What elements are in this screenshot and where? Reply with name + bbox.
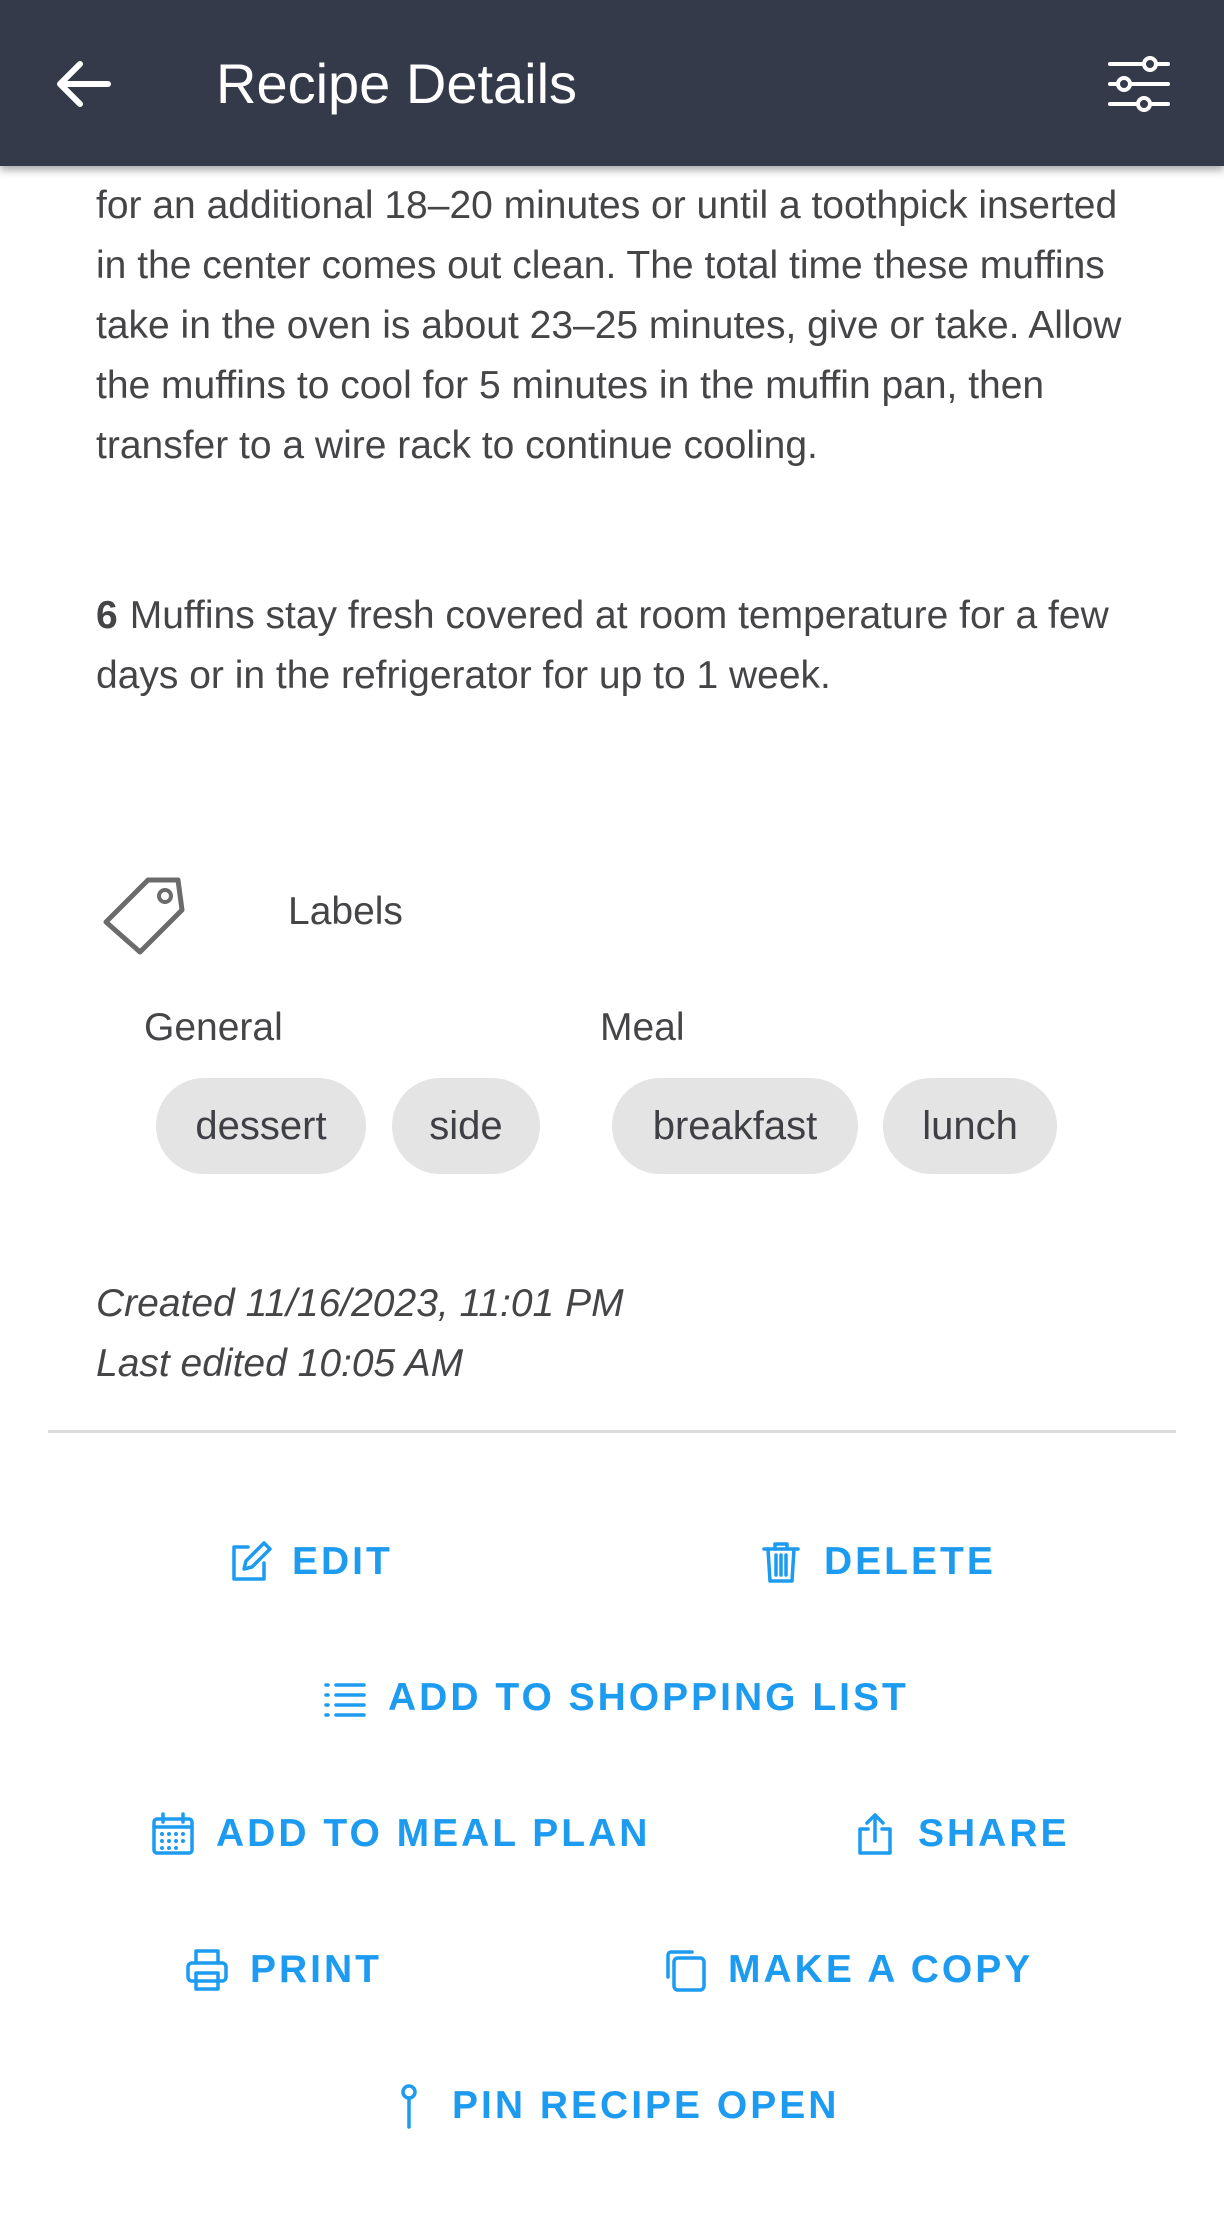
- list-icon: [324, 1683, 366, 1717]
- app-bar: Recipe Details: [0, 0, 1224, 166]
- add-to-meal-plan-button[interactable]: ADD TO MEAL PLAN: [150, 1798, 650, 1870]
- pin-recipe-open-button[interactable]: PIN RECIPE OPEN: [386, 2070, 839, 2142]
- print-label: PRINT: [250, 1948, 382, 1991]
- edit-icon: [232, 1541, 272, 1581]
- edit-button[interactable]: EDIT: [226, 1526, 393, 1598]
- labels-heading: Labels: [288, 890, 403, 933]
- label-chip-lunch[interactable]: lunch: [883, 1078, 1057, 1174]
- delete-button[interactable]: DELETE: [758, 1526, 996, 1598]
- divider: [48, 1430, 1176, 1433]
- back-arrow-icon[interactable]: [50, 52, 120, 116]
- sliders-icon[interactable]: [1104, 54, 1174, 114]
- print-button[interactable]: PRINT: [184, 1934, 382, 2006]
- pin-icon: [401, 2084, 417, 2129]
- label-chip-side[interactable]: side: [392, 1078, 540, 1174]
- page-title: Recipe Details: [216, 52, 578, 115]
- recipe-timestamps: Created 11/16/2023, 11:01 PM Last edited…: [96, 1274, 624, 1394]
- delete-label: DELETE: [824, 1540, 996, 1583]
- trash-icon: [762, 1542, 800, 1583]
- pin-recipe-open-label: PIN RECIPE OPEN: [452, 2084, 840, 2127]
- instruction-step-6: 6 Muffins stay fresh covered at room temp…: [96, 586, 1136, 706]
- label-group-meal: Meal: [600, 1006, 685, 1049]
- label-group-general: General: [144, 1006, 283, 1049]
- calendar-icon: [152, 1812, 194, 1855]
- add-to-meal-plan-label: ADD TO MEAL PLAN: [216, 1812, 651, 1855]
- make-a-copy-button[interactable]: MAKE A COPY: [662, 1934, 1033, 2006]
- share-icon: [858, 1813, 892, 1855]
- edit-label: EDIT: [292, 1540, 393, 1583]
- make-a-copy-label: MAKE A COPY: [728, 1948, 1034, 1991]
- step-text: Muffins stay fresh covered at room tempe…: [96, 594, 1109, 697]
- tag-icon: [96, 864, 192, 960]
- printer-icon: [186, 1949, 228, 1991]
- last-edited: Last edited 10:05 AM: [96, 1342, 464, 1385]
- label-chip-dessert[interactable]: dessert: [156, 1078, 366, 1174]
- share-label: SHARE: [918, 1812, 1070, 1855]
- label-chip-breakfast[interactable]: breakfast: [612, 1078, 858, 1174]
- created-date: Created 11/16/2023, 11:01 PM: [96, 1282, 624, 1325]
- instruction-step-5: for an additional 18–20 minutes or until…: [96, 184, 1122, 467]
- labels-header: Labels: [96, 864, 1196, 964]
- copy-icon: [666, 1950, 706, 1992]
- share-button[interactable]: SHARE: [852, 1798, 1070, 1870]
- step-number: 6: [96, 594, 118, 637]
- add-to-shopping-list-button[interactable]: ADD TO SHOPPING LIST: [322, 1662, 909, 1734]
- add-to-shopping-list-label: ADD TO SHOPPING LIST: [388, 1676, 909, 1719]
